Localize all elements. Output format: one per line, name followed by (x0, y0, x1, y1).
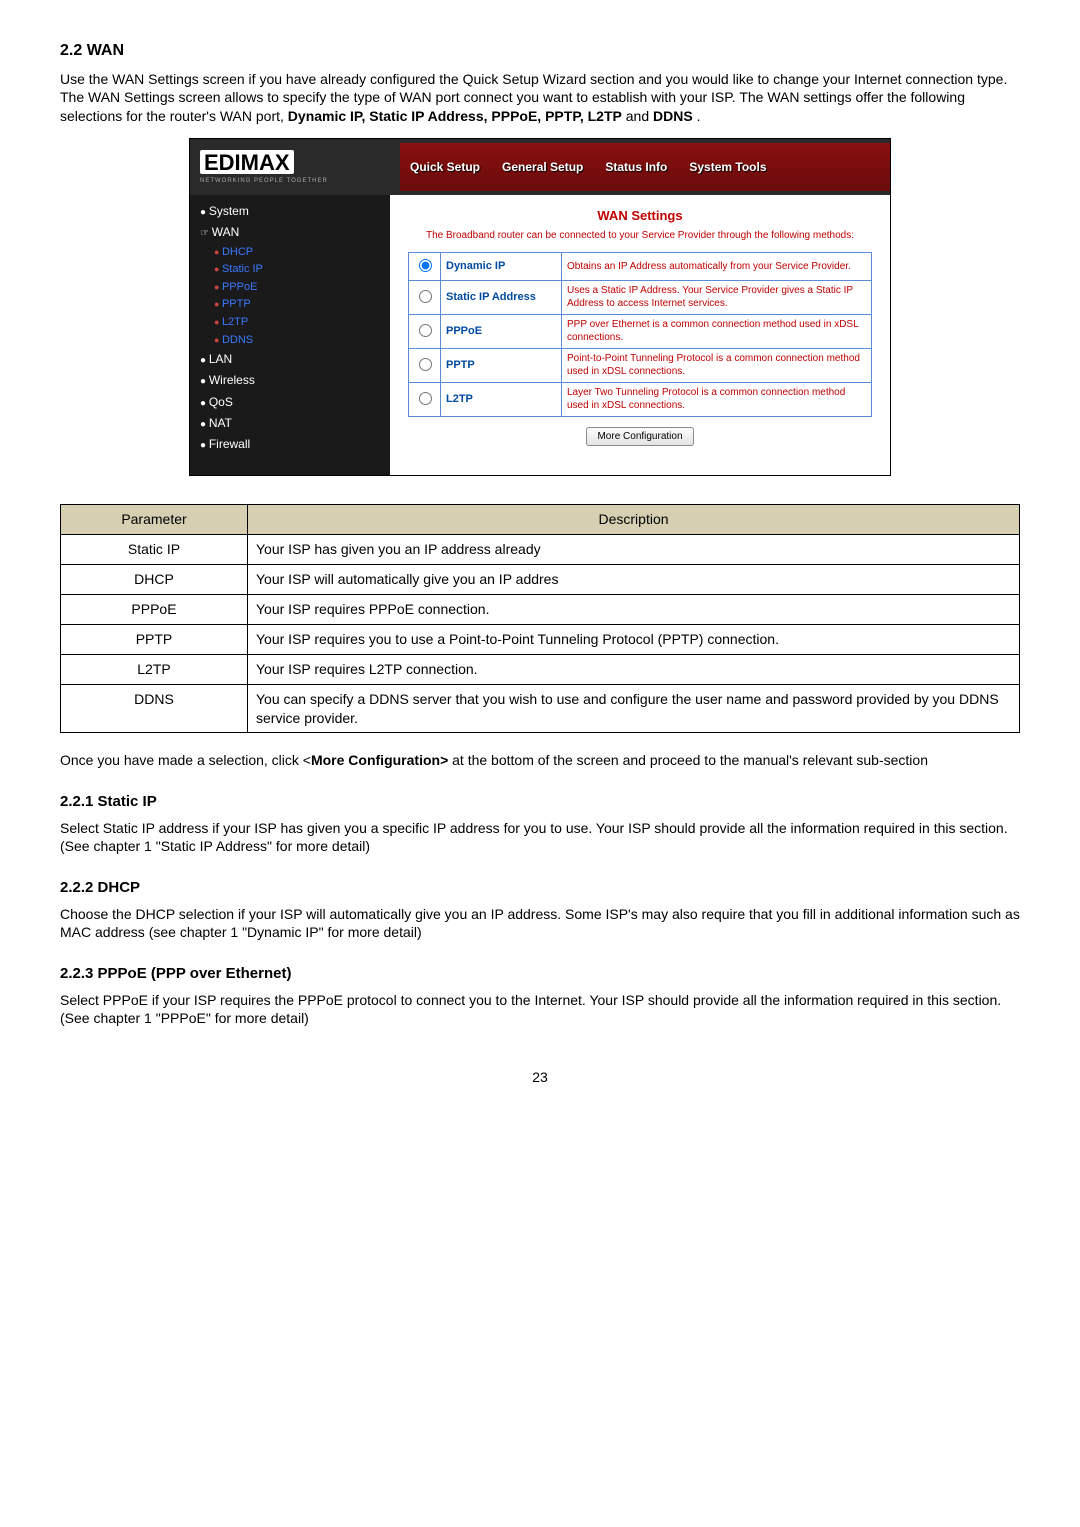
opt-label: Static IP Address (441, 280, 562, 314)
dhcp-text: Choose the DHCP selection if your ISP wi… (60, 905, 1020, 943)
opt-label: PPTP (441, 348, 562, 382)
desc-cell: Your ISP requires PPPoE connection. (248, 594, 1020, 624)
table-row: PPPoE Your ISP requires PPPoE connection… (61, 594, 1020, 624)
radio-pptp[interactable] (419, 358, 432, 371)
wan-intro-bold: Dynamic IP, Static IP Address, PPPoE, PP… (288, 108, 622, 124)
desc-cell: Your ISP requires L2TP connection. (248, 654, 1020, 684)
desc-cell: Your ISP has given you an IP address alr… (248, 535, 1020, 565)
after-table-text: Once you have made a selection, click <M… (60, 751, 1020, 770)
router-screenshot: EDIMAX NETWORKING PEOPLE TOGETHER Quick … (189, 138, 891, 476)
nav-status-info[interactable]: Status Info (605, 159, 667, 175)
opt-desc: Uses a Static IP Address. Your Service P… (562, 280, 872, 314)
table-row: Dynamic IP Obtains an IP Address automat… (409, 253, 872, 281)
param-cell: DDNS (61, 684, 248, 733)
logo-text: EDIMAX (200, 150, 294, 174)
after-table-2: at the bottom of the screen and proceed … (448, 752, 928, 768)
panel-subtitle: The Broadband router can be connected to… (408, 229, 872, 243)
opt-desc: Layer Two Tunneling Protocol is a common… (562, 382, 872, 416)
table-row: L2TP Your ISP requires L2TP connection. (61, 654, 1020, 684)
table-row: Static IP Your ISP has given you an IP a… (61, 535, 1020, 565)
sidebar-sub-l2tp[interactable]: L2TP (190, 314, 390, 332)
nav-quick-setup[interactable]: Quick Setup (410, 159, 480, 175)
radio-static-ip[interactable] (419, 290, 432, 303)
desc-cell: Your ISP will automatically give you an … (248, 565, 1020, 595)
header-description: Description (248, 505, 1020, 535)
sidebar: System WAN DHCP Static IP PPPoE PPTP L2T… (190, 195, 390, 475)
opt-label: PPPoE (441, 314, 562, 348)
radio-l2tp[interactable] (419, 392, 432, 405)
table-row: DDNS You can specify a DDNS server that … (61, 684, 1020, 733)
router-header: EDIMAX NETWORKING PEOPLE TOGETHER Quick … (190, 139, 890, 195)
panel-title: WAN Settings (408, 207, 872, 225)
heading-static-ip: 2.2.1 Static IP (60, 792, 1020, 812)
router-logo: EDIMAX NETWORKING PEOPLE TOGETHER (190, 150, 400, 185)
router-body: System WAN DHCP Static IP PPPoE PPTP L2T… (190, 195, 890, 475)
radio-pppoe[interactable] (419, 324, 432, 337)
after-table-1: Once you have made a selection, click < (60, 752, 311, 768)
param-cell: Static IP (61, 535, 248, 565)
heading-dhcp: 2.2.2 DHCP (60, 878, 1020, 898)
top-nav: Quick Setup General Setup Status Info Sy… (400, 143, 890, 191)
sidebar-sub-static-ip[interactable]: Static IP (190, 261, 390, 279)
wan-intro-and: and (626, 108, 653, 124)
nav-general-setup[interactable]: General Setup (502, 159, 583, 175)
opt-label: L2TP (441, 382, 562, 416)
opt-desc: PPP over Ethernet is a common connection… (562, 314, 872, 348)
pppoe-text: Select PPPoE if your ISP requires the PP… (60, 991, 1020, 1029)
table-row: Static IP Address Uses a Static IP Addre… (409, 280, 872, 314)
sidebar-sub-pptp[interactable]: PPTP (190, 296, 390, 314)
sidebar-item-system[interactable]: System (190, 201, 390, 222)
sidebar-item-firewall[interactable]: Firewall (190, 434, 390, 455)
logo-subtext: NETWORKING PEOPLE TOGETHER (200, 177, 400, 185)
after-table-bold: More Configuration> (311, 752, 448, 768)
heading-wan: 2.2 WAN (60, 40, 1020, 62)
sidebar-item-nat[interactable]: NAT (190, 413, 390, 434)
table-row: DHCP Your ISP will automatically give yo… (61, 565, 1020, 595)
more-configuration-button[interactable]: More Configuration (586, 427, 693, 447)
table-header-row: Parameter Description (61, 505, 1020, 535)
param-cell: L2TP (61, 654, 248, 684)
sidebar-item-wireless[interactable]: Wireless (190, 370, 390, 391)
opt-label: Dynamic IP (441, 253, 562, 281)
desc-cell: You can specify a DDNS server that you w… (248, 684, 1020, 733)
sidebar-item-wan[interactable]: WAN (190, 222, 390, 243)
param-cell: PPPoE (61, 594, 248, 624)
table-row: PPPoE PPP over Ethernet is a common conn… (409, 314, 872, 348)
sidebar-sub-ddns[interactable]: DDNS (190, 332, 390, 350)
header-parameter: Parameter (61, 505, 248, 535)
sidebar-item-lan[interactable]: LAN (190, 349, 390, 370)
nav-system-tools[interactable]: System Tools (689, 159, 766, 175)
page-number: 23 (60, 1068, 1020, 1087)
wan-intro-ddns: DDNS (653, 108, 693, 124)
table-row: L2TP Layer Two Tunneling Protocol is a c… (409, 382, 872, 416)
wan-intro-end: . (697, 108, 701, 124)
table-row: PPTP Point-to-Point Tunneling Protocol i… (409, 348, 872, 382)
static-ip-text: Select Static IP address if your ISP has… (60, 819, 1020, 857)
param-cell: PPTP (61, 624, 248, 654)
wan-options-table: Dynamic IP Obtains an IP Address automat… (408, 252, 872, 417)
table-row: PPTP Your ISP requires you to use a Poin… (61, 624, 1020, 654)
heading-pppoe: 2.2.3 PPPoE (PPP over Ethernet) (60, 964, 1020, 984)
param-cell: DHCP (61, 565, 248, 595)
sidebar-sub-dhcp[interactable]: DHCP (190, 244, 390, 262)
radio-dynamic-ip[interactable] (419, 259, 432, 272)
wan-intro: Use the WAN Settings screen if you have … (60, 70, 1020, 127)
sidebar-item-qos[interactable]: QoS (190, 392, 390, 413)
parameter-table: Parameter Description Static IP Your ISP… (60, 504, 1020, 733)
opt-desc: Point-to-Point Tunneling Protocol is a c… (562, 348, 872, 382)
desc-cell: Your ISP requires you to use a Point-to-… (248, 624, 1020, 654)
opt-desc: Obtains an IP Address automatically from… (562, 253, 872, 281)
sidebar-sub-pppoe[interactable]: PPPoE (190, 279, 390, 297)
main-panel: WAN Settings The Broadband router can be… (390, 195, 890, 475)
